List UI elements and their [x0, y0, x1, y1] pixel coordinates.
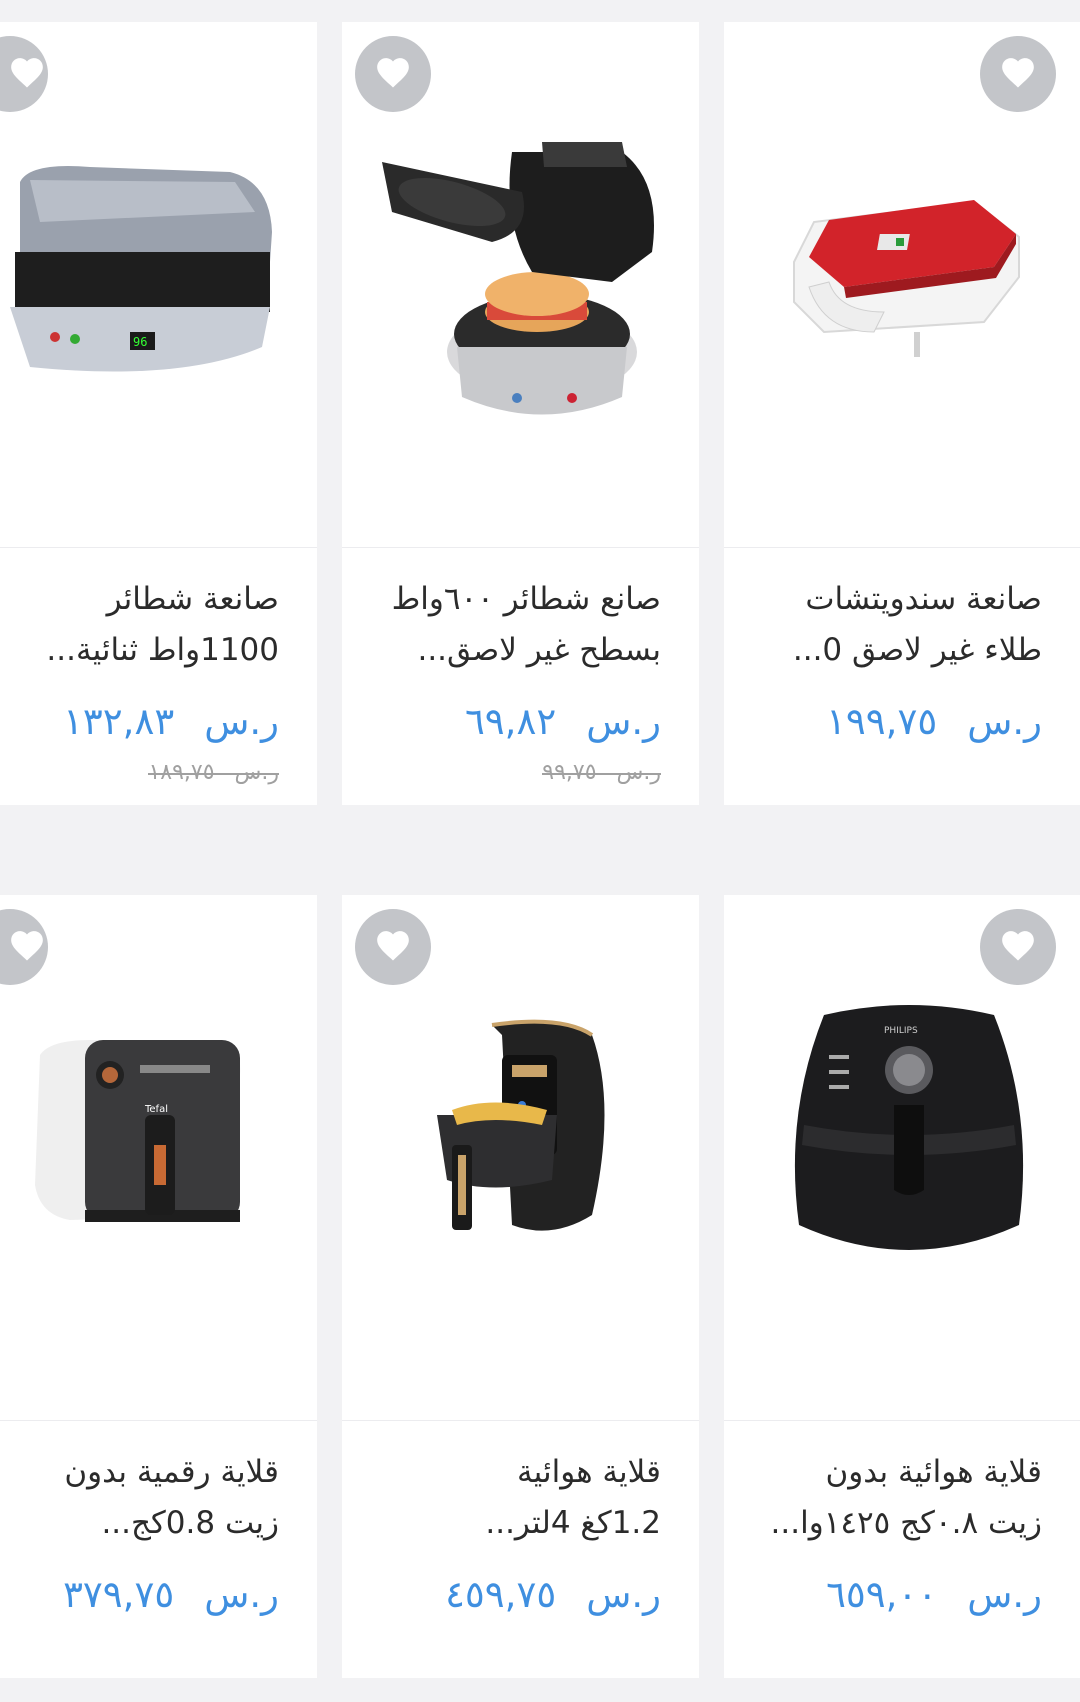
product-title[interactable]: قلاية رقمية بدون زيت 0.8كج...: [0, 1447, 279, 1549]
product-title[interactable]: صانعة سندويتشات طلاء غير لاصق 0...: [742, 574, 1042, 676]
product-title[interactable]: صانع شطائر ٦٠٠واط بسطح غير لاصق...: [361, 574, 661, 676]
product-image-area[interactable]: [342, 895, 699, 1421]
heart-icon: [1002, 931, 1034, 961]
product-price: ر.س٦٩,٨٢: [464, 700, 661, 743]
product-image: PHILIPS: [794, 1005, 1024, 1250]
favorite-button[interactable]: [355, 909, 431, 985]
svg-text:PHILIPS: PHILIPS: [884, 1026, 918, 1036]
product-image-area[interactable]: Tefal: [0, 895, 317, 1421]
heart-icon: [11, 931, 43, 961]
product-price: ر.س٤٥٩,٧٥: [445, 1573, 661, 1616]
product-title[interactable]: قلاية هوائية بدون زيت ٠.٨كج ١٤٢٥وا...: [742, 1447, 1042, 1549]
product-image: [382, 142, 654, 415]
product-image: [437, 1019, 605, 1231]
product-price: ر.س١٩٩,٧٥: [826, 700, 1042, 743]
product-price: ر.س٣٧٩,٧٥: [63, 1573, 279, 1616]
product-card[interactable]: صانعة سندويتشات طلاء غير لاصق 0... ر.س١٩…: [724, 22, 1080, 805]
svg-text:Tefal: Tefal: [144, 1104, 168, 1115]
product-image-area[interactable]: PHILIPS: [724, 895, 1080, 1421]
product-image-area[interactable]: 96: [0, 22, 317, 548]
product-image: Tefal: [35, 1040, 241, 1222]
favorite-button[interactable]: [980, 909, 1056, 985]
product-image-area[interactable]: [724, 22, 1080, 548]
favorite-button[interactable]: [0, 909, 48, 985]
heart-icon: [1002, 58, 1034, 88]
svg-text:96: 96: [133, 335, 147, 349]
product-card[interactable]: Tefal قلاية رقمية بدون زيت 0.8كج... ر.س٣…: [0, 895, 317, 1678]
heart-icon: [11, 58, 43, 88]
product-card[interactable]: قلاية هوائية 1.2كغ 4لتر... ر.س٤٥٩,٧٥: [342, 895, 699, 1678]
product-card[interactable]: 96 صانعة شطائر 1100واط ثنائية... ر.س١٣٢,…: [0, 22, 317, 805]
product-title[interactable]: صانعة شطائر 1100واط ثنائية...: [0, 574, 279, 676]
product-image-area[interactable]: [342, 22, 699, 548]
product-image: 96: [10, 166, 272, 372]
product-image: [793, 200, 1020, 357]
favorite-button[interactable]: [0, 36, 48, 112]
product-card[interactable]: PHILIPS قلاية هوائية بدون زيت ٠.٨كج ١٤٢٥…: [724, 895, 1080, 1678]
favorite-button[interactable]: [355, 36, 431, 112]
heart-icon: [377, 58, 409, 88]
product-title[interactable]: قلاية هوائية 1.2كغ 4لتر...: [361, 1447, 661, 1549]
favorite-button[interactable]: [980, 36, 1056, 112]
product-card[interactable]: صانع شطائر ٦٠٠واط بسطح غير لاصق... ر.س٦٩…: [342, 22, 699, 805]
heart-icon: [377, 931, 409, 961]
product-price: ر.س٦٥٩,٠٠: [826, 1573, 1042, 1616]
product-price: ر.س١٣٢,٨٣: [63, 700, 279, 743]
original-price: ر.س٩٩,٧٥: [542, 760, 661, 785]
original-price: ر.س١٨٩,٧٥: [148, 760, 279, 785]
